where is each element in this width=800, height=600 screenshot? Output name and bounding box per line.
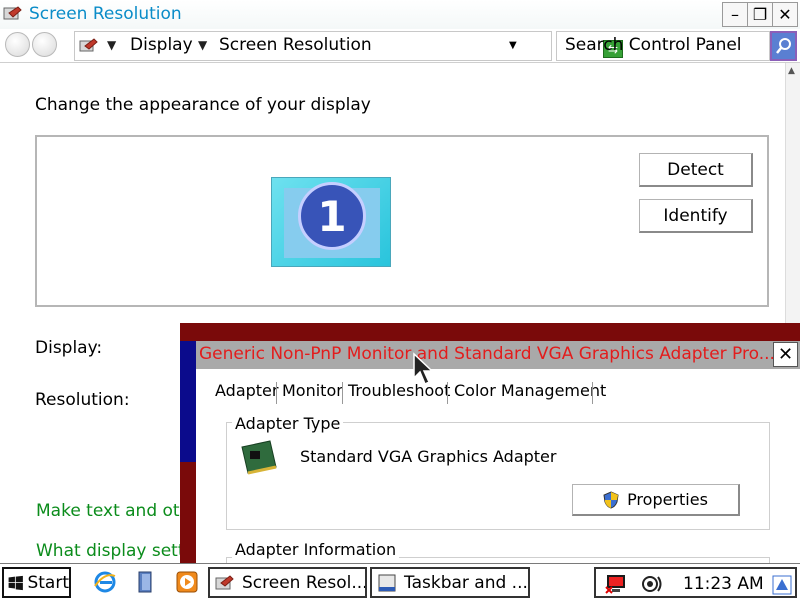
task-label: Taskbar and ... <box>404 572 528 593</box>
breadcrumb-arrow-icon[interactable]: ▼ <box>107 38 116 52</box>
task-screen-resolution[interactable]: Screen Resol... <box>208 567 367 598</box>
internet-explorer-icon[interactable] <box>93 570 117 594</box>
tab-monitor[interactable]: Monitor <box>279 381 346 400</box>
clock[interactable]: 11:23 AM <box>683 574 764 594</box>
forward-icon[interactable] <box>32 32 57 57</box>
page-title: Change the appearance of your display <box>35 95 371 115</box>
tab-troubleshoot[interactable]: Troubleshoot <box>345 381 453 400</box>
window-title-bar: Screen Resolution – ❐ ✕ <box>0 0 800 29</box>
taskbar-settings-icon <box>378 574 396 591</box>
window-title: Screen Resolution <box>29 4 182 24</box>
adapter-type-label: Adapter Type <box>232 414 344 433</box>
monitor-icon[interactable]: 1 <box>271 177 391 267</box>
properties-label: Properties <box>627 490 708 509</box>
network-icon[interactable] <box>604 573 628 595</box>
control-panel-icon <box>215 574 234 589</box>
tab-adapter[interactable]: Adapter <box>212 381 281 400</box>
control-panel-icon <box>3 6 22 20</box>
identify-button[interactable]: Identify <box>639 199 753 233</box>
uac-shield-icon <box>603 490 619 509</box>
resolution-label: Resolution: <box>35 390 130 410</box>
windows-logo-icon <box>8 575 23 590</box>
breadcrumb-screen-resolution[interactable]: Screen Resolution <box>219 35 372 55</box>
display-preview-area: 1 Detect Identify <box>35 135 769 307</box>
breadcrumb-display[interactable]: Display <box>130 35 193 55</box>
dialog-title-bar[interactable]: Generic Non-PnP Monitor and Standard VGA… <box>196 341 800 369</box>
display-label: Display: <box>35 338 103 358</box>
tab-separator <box>342 382 343 404</box>
tab-separator <box>276 382 277 404</box>
graphics-card-icon <box>241 440 277 475</box>
text-size-link[interactable]: Make text and ot <box>36 501 180 521</box>
properties-button[interactable]: Properties <box>572 484 740 516</box>
dialog-side-band <box>180 341 196 462</box>
task-taskbar-and[interactable]: Taskbar and ... <box>370 567 530 598</box>
start-button[interactable]: Start <box>2 567 71 598</box>
minimize-button[interactable]: – <box>722 2 748 27</box>
mouse-cursor-icon <box>413 352 434 386</box>
maximize-button[interactable]: ❐ <box>747 2 773 27</box>
search-icon[interactable] <box>770 31 797 61</box>
adapter-info-label: Adapter Information <box>232 540 400 559</box>
breadcrumb-arrow-icon[interactable]: ▼ <box>198 38 207 52</box>
dialog-body: Adapter Monitor Troubleshoot Color Manag… <box>196 369 800 577</box>
system-tray: 11:23 AM <box>594 567 797 598</box>
address-bar: ▼ Display ▼ Screen Resolution ▼ ⇆ Search… <box>0 29 800 63</box>
show-desktop-icon[interactable] <box>134 570 158 594</box>
media-player-icon[interactable] <box>175 570 199 594</box>
breadcrumb[interactable]: ▼ Display ▼ Screen Resolution ▼ ⇆ <box>74 31 623 61</box>
taskbar: Start Screen Resol... Taskbar and ... 11… <box>0 563 800 600</box>
dialog-close-icon[interactable]: ✕ <box>773 342 798 367</box>
chevron-down-icon[interactable]: ▼ <box>509 40 517 51</box>
action-center-icon[interactable] <box>772 575 792 595</box>
adapter-name: Standard VGA Graphics Adapter <box>300 447 557 466</box>
monitor-number: 1 <box>298 182 366 250</box>
back-icon[interactable] <box>5 32 30 57</box>
start-label: Start <box>27 572 69 593</box>
dialog-title: Generic Non-PnP Monitor and Standard VGA… <box>199 344 775 364</box>
control-panel-icon <box>79 38 98 52</box>
search-placeholder: Search Control Panel <box>565 35 742 55</box>
volume-icon[interactable] <box>640 573 664 595</box>
tab-separator <box>592 382 593 404</box>
display-settings-link[interactable]: What display sett <box>36 541 184 561</box>
search-input[interactable]: Search Control Panel <box>556 31 770 61</box>
task-label: Screen Resol... <box>242 572 367 593</box>
magnifier-icon <box>775 38 791 54</box>
scroll-up-icon[interactable]: ▲ <box>788 66 795 76</box>
tab-separator <box>447 382 448 404</box>
tab-color-management[interactable]: Color Management <box>451 381 609 400</box>
detect-button[interactable]: Detect <box>639 153 753 187</box>
close-button[interactable]: ✕ <box>772 2 798 27</box>
